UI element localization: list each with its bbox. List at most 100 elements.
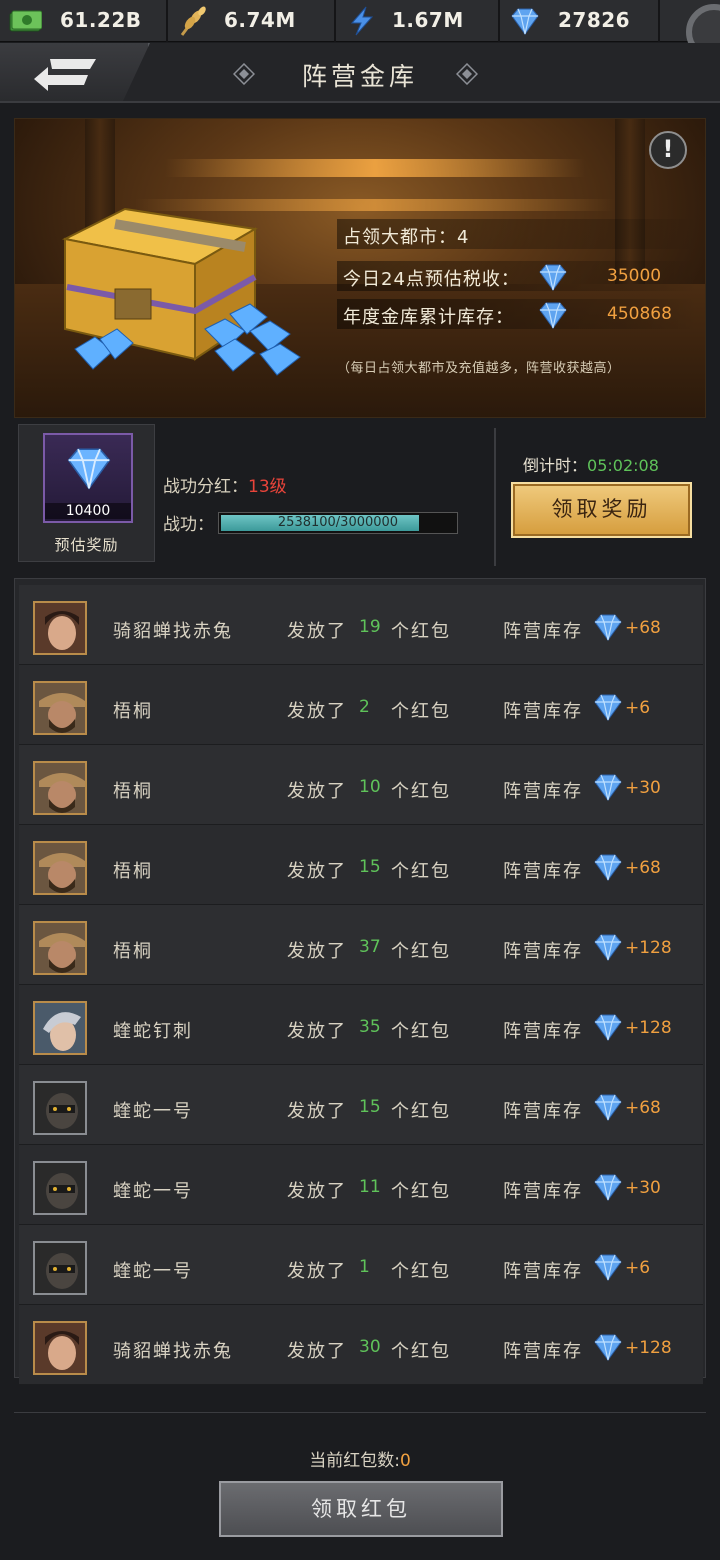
list-item[interactable]: 梧桐 发放了 37 个红包 阵营库存 +128 bbox=[19, 905, 703, 985]
player-name: 蝰蛇一号 bbox=[113, 1261, 193, 1282]
unit-label: 个红包 bbox=[391, 941, 451, 962]
reward-caption: 预估奖励 bbox=[54, 536, 119, 554]
diamond-icon bbox=[594, 1334, 622, 1361]
stock-label: 阵营库存 bbox=[503, 1181, 583, 1202]
diamond-icon bbox=[539, 264, 567, 291]
estimated-reward-card[interactable]: 10400 预估奖励 bbox=[18, 424, 155, 562]
resource-diamond[interactable]: 27826 bbox=[500, 0, 660, 42]
redpacket-count: 30 bbox=[359, 1337, 381, 1357]
redpacket-count: 37 bbox=[359, 937, 381, 957]
list-item[interactable]: 梧桐 发放了 15 个红包 阵营库存 +68 bbox=[19, 825, 703, 905]
redpacket-count: 15 bbox=[359, 857, 381, 877]
tax-row: 今日24点预估税收： 35000 bbox=[337, 261, 697, 291]
avatar[interactable] bbox=[33, 761, 87, 815]
unit-label: 个红包 bbox=[391, 1101, 451, 1122]
stock-label: 阵营库存 bbox=[503, 1101, 583, 1122]
redpacket-count: 15 bbox=[359, 1097, 381, 1117]
silver-hair-portrait-icon bbox=[35, 1003, 85, 1053]
avatar[interactable] bbox=[33, 681, 87, 735]
sent-label: 发放了 bbox=[287, 1021, 347, 1042]
unit-label: 个红包 bbox=[391, 1261, 451, 1282]
stock-amount: +68 bbox=[625, 858, 661, 878]
banner-note: （每日占领大都市及充值越多，阵营收获越高） bbox=[337, 361, 621, 376]
stock-amount: +68 bbox=[625, 1098, 661, 1118]
title-bar: 阵营金库 bbox=[0, 43, 720, 103]
diamond-icon bbox=[539, 302, 567, 329]
countdown-time: 05:02:08 bbox=[587, 456, 659, 475]
list-item[interactable]: 骑貂蝉找赤兔 发放了 30 个红包 阵营库存 +128 bbox=[19, 1305, 703, 1385]
list-item[interactable]: 蝰蛇钉刺 发放了 35 个红包 阵营库存 +128 bbox=[19, 985, 703, 1065]
stock-label: 阵营库存 bbox=[503, 701, 583, 722]
avatar[interactable] bbox=[33, 1321, 87, 1375]
unit-label: 个红包 bbox=[391, 621, 451, 642]
resource-bar-end bbox=[660, 0, 720, 60]
bearded-man-portrait-icon bbox=[35, 683, 85, 733]
stock-amount: +128 bbox=[625, 1338, 672, 1358]
energy-value: 1.67M bbox=[392, 8, 464, 32]
diamond-icon bbox=[67, 448, 111, 490]
claim-reward-button[interactable]: 领取奖励 bbox=[511, 482, 692, 538]
stock-label: 年度金库累计库存： bbox=[343, 307, 514, 328]
sent-label: 发放了 bbox=[287, 861, 347, 882]
avatar[interactable] bbox=[33, 1081, 87, 1135]
wheat-value: 6.74M bbox=[224, 8, 296, 32]
resource-energy[interactable]: 1.67M bbox=[336, 0, 500, 42]
power-label: 战功： bbox=[163, 515, 214, 535]
player-name: 梧桐 bbox=[113, 941, 153, 962]
unit-label: 个红包 bbox=[391, 781, 451, 802]
diamond-icon bbox=[594, 1174, 622, 1201]
stock-row: 年度金库累计库存： 450868 bbox=[337, 299, 697, 329]
masked-soldier-portrait-icon bbox=[35, 1163, 85, 1213]
avatar[interactable] bbox=[33, 921, 87, 975]
stock-label: 阵营库存 bbox=[503, 781, 583, 802]
tax-value: 35000 bbox=[607, 266, 662, 286]
young-man-portrait-icon bbox=[35, 603, 85, 653]
avatar[interactable] bbox=[33, 1001, 87, 1055]
redpacket-count: 0 bbox=[399, 1451, 411, 1471]
cash-value: 61.22B bbox=[60, 8, 142, 32]
bearded-man-portrait-icon bbox=[35, 923, 85, 973]
redpacket-count: 10 bbox=[359, 777, 381, 797]
tax-label: 今日24点预估税收： bbox=[343, 269, 520, 290]
sent-label: 发放了 bbox=[287, 621, 347, 642]
stock-amount: +128 bbox=[625, 1018, 672, 1038]
sent-label: 发放了 bbox=[287, 781, 347, 802]
info-button[interactable]: ! bbox=[649, 131, 687, 169]
redpacket-count: 1 bbox=[359, 1257, 370, 1277]
player-name: 梧桐 bbox=[113, 701, 153, 722]
claim-redpacket-button[interactable]: 领取红包 bbox=[219, 1481, 503, 1537]
list-item[interactable]: 蝰蛇一号 发放了 1 个红包 阵营库存 +6 bbox=[19, 1225, 703, 1305]
power-progress-text: 2538100/3000000 bbox=[277, 515, 399, 530]
redpacket-count-line: 当前红包数:0 bbox=[0, 1446, 720, 1471]
sent-label: 发放了 bbox=[287, 1341, 347, 1362]
redpacket-list[interactable]: 骑貂蝉找赤兔 发放了 19 个红包 阵营库存 +68 梧桐 发放了 2 个红包 阵营库存 +6 梧桐 发放… bbox=[14, 578, 706, 1385]
stock-label: 阵营库存 bbox=[503, 1021, 583, 1042]
redpacket-count: 19 bbox=[359, 617, 381, 637]
avatar[interactable] bbox=[33, 1161, 87, 1215]
stock-label: 阵营库存 bbox=[503, 941, 583, 962]
sent-label: 发放了 bbox=[287, 701, 347, 722]
avatar[interactable] bbox=[33, 1241, 87, 1295]
resource-cash[interactable]: 61.22B bbox=[0, 0, 168, 42]
list-item[interactable]: 蝰蛇一号 发放了 11 个红包 阵营库存 +30 bbox=[19, 1145, 703, 1225]
avatar[interactable] bbox=[33, 841, 87, 895]
list-item[interactable]: 蝰蛇一号 发放了 15 个红包 阵营库存 +68 bbox=[19, 1065, 703, 1145]
list-item[interactable]: 骑貂蝉找赤兔 发放了 19 个红包 阵营库存 +68 bbox=[19, 585, 703, 665]
stock-label: 阵营库存 bbox=[503, 861, 583, 882]
unit-label: 个红包 bbox=[391, 701, 451, 722]
cities-row: 占领大都市：4 bbox=[337, 219, 697, 249]
reward-amount: 10400 bbox=[45, 503, 131, 519]
section-divider bbox=[494, 428, 496, 566]
resource-wheat[interactable]: 6.74M bbox=[168, 0, 336, 42]
list-item[interactable]: 梧桐 发放了 10 个红包 阵营库存 +30 bbox=[19, 745, 703, 825]
cash-icon bbox=[9, 10, 42, 32]
diamond-icon bbox=[594, 1014, 622, 1041]
avatar[interactable] bbox=[33, 601, 87, 655]
sent-label: 发放了 bbox=[287, 1101, 347, 1122]
redpacket-count: 35 bbox=[359, 1017, 381, 1037]
sent-label: 发放了 bbox=[287, 1181, 347, 1202]
light-beam bbox=[165, 159, 585, 177]
diamond-icon bbox=[594, 1254, 622, 1281]
redpacket-count: 11 bbox=[359, 1177, 381, 1197]
list-item[interactable]: 梧桐 发放了 2 个红包 阵营库存 +6 bbox=[19, 665, 703, 745]
